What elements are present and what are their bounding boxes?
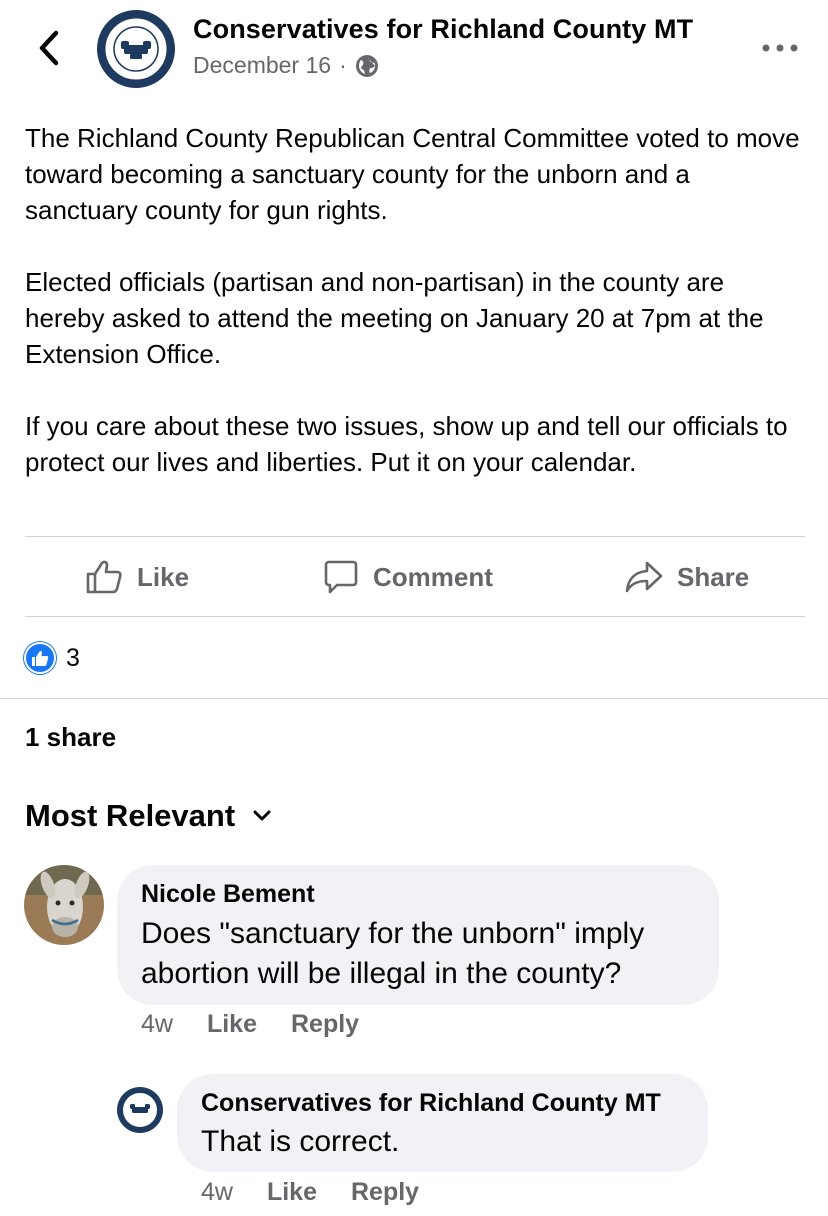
comment-author[interactable]: Conservatives for Richland County MT bbox=[201, 1089, 661, 1118]
comment-text: That is correct. bbox=[201, 1125, 400, 1158]
page-reply-avatar[interactable] bbox=[117, 1087, 163, 1133]
meta-separator: · bbox=[339, 52, 347, 78]
share-count[interactable]: 1 share bbox=[25, 722, 116, 753]
comment-icon bbox=[324, 560, 358, 594]
post-meta: December 16 · bbox=[193, 52, 379, 79]
comment-meta: 4w Like Reply bbox=[201, 1178, 419, 1207]
share-button[interactable]: Share bbox=[625, 537, 749, 617]
post-paragraph: The Richland County Republican Central C… bbox=[25, 123, 800, 225]
post-paragraph: If you care about these two issues, show… bbox=[25, 411, 788, 477]
reaction-count: 3 bbox=[66, 643, 80, 672]
globe-icon bbox=[355, 54, 378, 77]
comment-meta: 4w Like Reply bbox=[141, 1010, 359, 1039]
comment-button[interactable]: Comment bbox=[323, 537, 493, 617]
post-paragraph: Elected officials (partisan and non-part… bbox=[25, 267, 764, 369]
comment-timestamp[interactable]: 4w bbox=[201, 1178, 233, 1207]
share-arrow-icon bbox=[625, 561, 663, 593]
chevron-down-icon bbox=[253, 810, 271, 821]
divider bbox=[0, 698, 828, 699]
post-header: RICHLAND COUNTY SANCTUARY MOVEMENT Conse… bbox=[0, 0, 828, 100]
comment-sort-dropdown[interactable]: Most Relevant bbox=[25, 798, 271, 834]
page-avatar[interactable]: RICHLAND COUNTY SANCTUARY MOVEMENT bbox=[97, 10, 175, 88]
comment-like-button[interactable]: Like bbox=[207, 1010, 257, 1039]
comment-label: Comment bbox=[373, 561, 493, 592]
comment-like-button[interactable]: Like bbox=[267, 1178, 317, 1207]
like-reaction-icon bbox=[24, 642, 56, 674]
back-button[interactable] bbox=[30, 28, 66, 68]
comment-reply-button[interactable]: Reply bbox=[351, 1178, 419, 1207]
post-action-bar: Like Comment Share bbox=[25, 537, 805, 617]
more-options-button[interactable] bbox=[760, 36, 800, 60]
share-label: Share bbox=[677, 561, 750, 592]
sort-label: Most Relevant bbox=[25, 798, 236, 833]
thumbs-up-icon bbox=[86, 560, 122, 594]
chevron-left-icon bbox=[39, 30, 59, 66]
post-body: The Richland County Republican Central C… bbox=[25, 120, 805, 480]
more-options-icon bbox=[762, 44, 798, 52]
reaction-summary[interactable]: 3 bbox=[24, 642, 80, 674]
commenter-avatar[interactable] bbox=[24, 865, 104, 945]
comment-text: Does "sanctuary for the unborn" imply ab… bbox=[141, 917, 645, 990]
like-label: Like bbox=[137, 561, 190, 592]
page-name[interactable]: Conservatives for Richland County MT bbox=[193, 14, 693, 45]
comment-timestamp[interactable]: 4w bbox=[141, 1010, 173, 1039]
divider bbox=[25, 616, 805, 617]
comment-reply-button[interactable]: Reply bbox=[291, 1010, 359, 1039]
post-date[interactable]: December 16 bbox=[193, 52, 331, 79]
comment-author[interactable]: Nicole Bement bbox=[141, 880, 315, 909]
like-button[interactable]: Like bbox=[85, 537, 189, 617]
